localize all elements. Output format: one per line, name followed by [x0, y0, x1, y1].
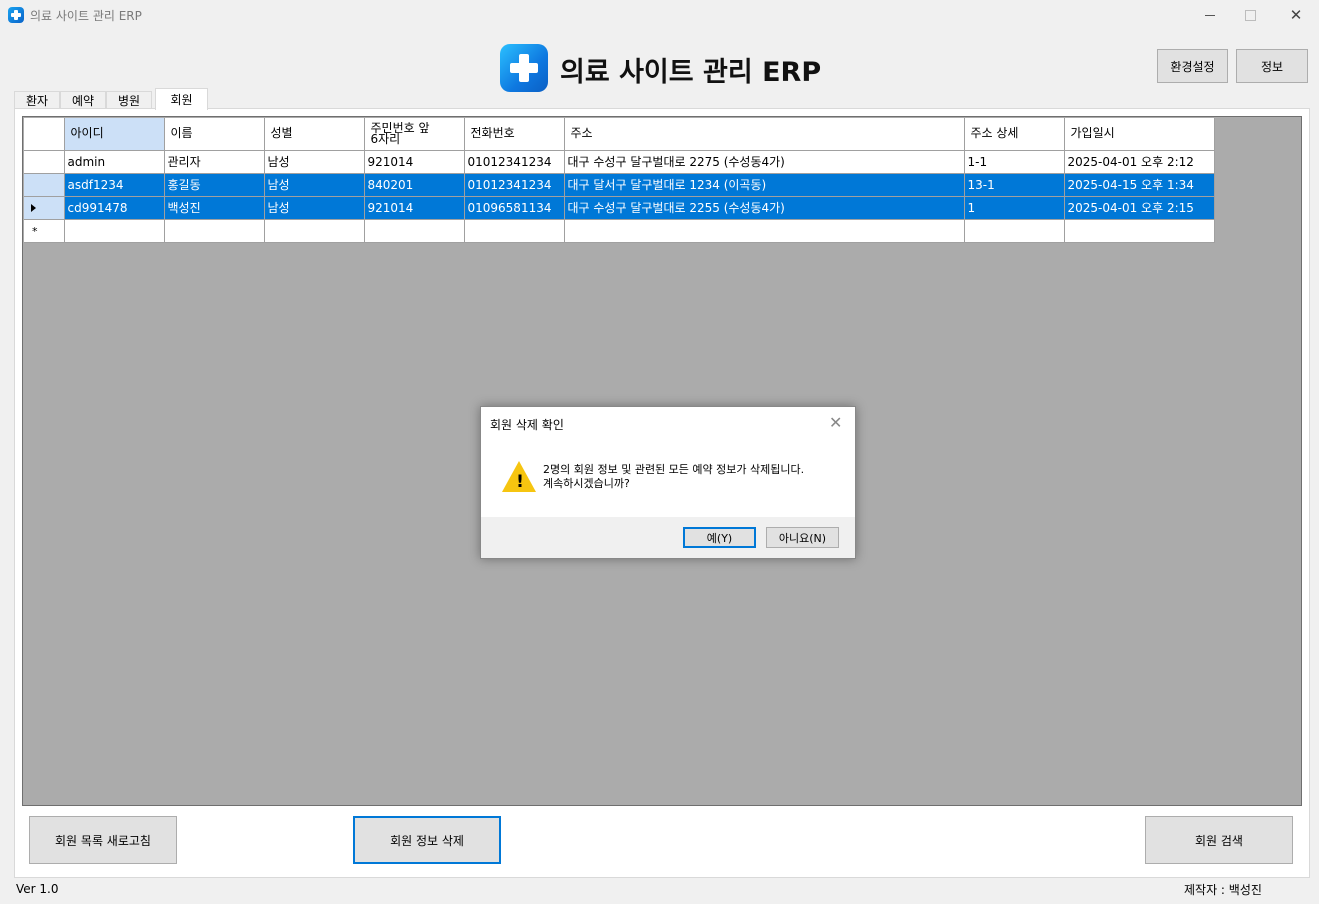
minimize-icon: [1205, 14, 1215, 16]
window-title: 의료 사이트 관리 ERP: [30, 9, 142, 23]
column-header-phone[interactable]: 전화번호: [464, 118, 565, 151]
cell-gender[interactable]: [264, 219, 365, 243]
new-row-marker-icon: *: [32, 224, 38, 238]
table-header-row: 아이디 이름 성별 주민번호 앞 6자리 전화번호 주소 주소 상세 가입일시: [24, 118, 1215, 151]
medical-cross-icon: [500, 44, 548, 92]
cell-name[interactable]: 백성진: [164, 196, 265, 220]
cell-address[interactable]: 대구 달서구 달구벌대로 1234 (이곡동): [564, 173, 965, 197]
warning-icon-mark: !: [503, 463, 537, 493]
cell-address-detail[interactable]: 1: [964, 196, 1065, 220]
cell-joined-at[interactable]: 2025-04-15 오후 1:34: [1064, 173, 1215, 197]
author-label: 제작자 : 백성진: [1184, 883, 1262, 897]
dialog-title: 회원 삭제 확인: [490, 418, 564, 432]
cell-rrn[interactable]: [364, 219, 465, 243]
close-window-button[interactable]: ✕: [1273, 0, 1319, 30]
window-titlebar: 의료 사이트 관리 ERP ✕: [0, 0, 1319, 30]
app-title: 의료 사이트 관리 ERP: [560, 57, 822, 88]
member-table: 아이디 이름 성별 주민번호 앞 6자리 전화번호 주소 주소 상세 가입일시 …: [24, 118, 1215, 243]
info-button[interactable]: 정보: [1236, 49, 1308, 83]
search-member-button[interactable]: 회원 검색: [1145, 816, 1293, 864]
cell-address-detail[interactable]: [964, 219, 1065, 243]
app-icon: [8, 7, 24, 23]
cell-id[interactable]: [64, 219, 165, 243]
column-header-rrn-label: 주민번호 앞 6자리: [370, 120, 430, 146]
dialog-message-line1: 2명의 회원 정보 및 관련된 모든 예약 정보가 삭제됩니다.: [543, 463, 805, 476]
cell-rrn[interactable]: 840201: [364, 173, 465, 197]
cell-phone[interactable]: [464, 219, 565, 243]
cell-gender[interactable]: 남성: [264, 196, 365, 220]
cell-gender[interactable]: 남성: [264, 150, 365, 174]
dialog-close-button[interactable]: ✕: [829, 413, 842, 432]
tab-patients[interactable]: 환자: [14, 91, 60, 109]
cell-address-detail[interactable]: 1-1: [964, 150, 1065, 174]
cell-rrn[interactable]: 921014: [364, 150, 465, 174]
delete-member-button[interactable]: 회원 정보 삭제: [353, 816, 501, 864]
cell-address-detail[interactable]: 13-1: [964, 173, 1065, 197]
tab-members[interactable]: 회원: [155, 88, 208, 110]
row-header-corner[interactable]: [24, 118, 65, 151]
cell-joined-at[interactable]: 2025-04-01 오후 2:15: [1064, 196, 1215, 220]
maximize-button[interactable]: [1227, 0, 1273, 30]
column-header-name[interactable]: 이름: [164, 118, 265, 151]
column-header-joined-at[interactable]: 가입일시: [1064, 118, 1215, 151]
new-row[interactable]: *: [24, 219, 1215, 243]
dialog-message: 2명의 회원 정보 및 관련된 모든 예약 정보가 삭제됩니다. 계속하시겠습니…: [543, 463, 804, 491]
refresh-members-button[interactable]: 회원 목록 새로고침: [29, 816, 177, 864]
column-header-rrn[interactable]: 주민번호 앞 6자리: [364, 118, 465, 151]
cell-address[interactable]: 대구 수성구 달구벌대로 2275 (수성동4가): [564, 150, 965, 174]
column-header-address[interactable]: 주소: [564, 118, 965, 151]
tab-hospitals[interactable]: 병원: [106, 91, 152, 109]
column-header-address-detail[interactable]: 주소 상세: [964, 118, 1065, 151]
row-header[interactable]: [24, 173, 65, 197]
cell-phone[interactable]: 01012341234: [464, 173, 565, 197]
tab-reservations[interactable]: 예약: [60, 91, 106, 109]
cell-name[interactable]: 관리자: [164, 150, 265, 174]
cell-id[interactable]: asdf1234: [64, 173, 165, 197]
dialog-no-button[interactable]: 아니요(N): [766, 527, 839, 548]
cell-joined-at[interactable]: 2025-04-01 오후 2:12: [1064, 150, 1215, 174]
row-header[interactable]: *: [24, 219, 65, 243]
cell-address[interactable]: 대구 수성구 달구벌대로 2255 (수성동4가): [564, 196, 965, 220]
warning-exclamation: !: [516, 472, 524, 492]
close-icon: ✕: [1289, 6, 1303, 24]
cell-name[interactable]: 홍길동: [164, 173, 265, 197]
cell-phone[interactable]: 01012341234: [464, 150, 565, 174]
dialog-message-line2: 계속하시겠습니까?: [543, 477, 630, 490]
settings-button[interactable]: 환경설정: [1157, 49, 1228, 83]
column-header-id[interactable]: 아이디: [64, 118, 165, 151]
cell-id[interactable]: admin: [64, 150, 165, 174]
table-row[interactable]: admin 관리자 남성 921014 01012341234 대구 수성구 달…: [24, 150, 1215, 174]
column-header-gender[interactable]: 성별: [264, 118, 365, 151]
current-row-arrow-icon: [31, 203, 36, 212]
cell-gender[interactable]: 남성: [264, 173, 365, 197]
cell-name[interactable]: [164, 219, 265, 243]
table-row[interactable]: cd991478 백성진 남성 921014 01096581134 대구 수성…: [24, 196, 1215, 220]
row-header[interactable]: [24, 196, 65, 220]
cell-address[interactable]: [564, 219, 965, 243]
cell-id[interactable]: cd991478: [64, 196, 165, 220]
delete-confirm-dialog: 회원 삭제 확인 ✕ ! 2명의 회원 정보 및 관련된 모든 예약 정보가 삭…: [480, 406, 856, 559]
maximize-icon: [1244, 9, 1256, 21]
cell-phone[interactable]: 01096581134: [464, 196, 565, 220]
cell-rrn[interactable]: 921014: [364, 196, 465, 220]
row-header[interactable]: [24, 150, 65, 174]
dialog-yes-button[interactable]: 예(Y): [683, 527, 756, 548]
dialog-button-bar: 예(Y) 아니요(N): [481, 517, 855, 558]
table-row[interactable]: asdf1234 홍길동 남성 840201 01012341234 대구 달서…: [24, 173, 1215, 197]
cell-joined-at[interactable]: [1064, 219, 1215, 243]
version-label: Ver 1.0: [16, 882, 59, 896]
